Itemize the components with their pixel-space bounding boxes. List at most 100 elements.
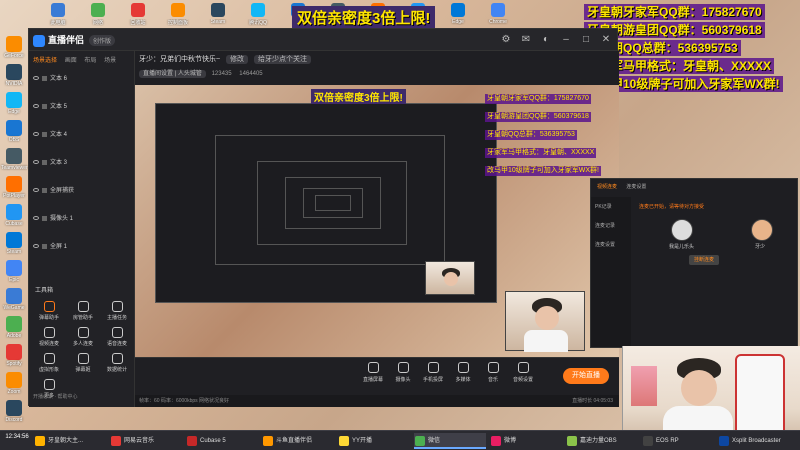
- desktop-icon-label: Steam: [6, 249, 22, 255]
- visibility-eye-icon[interactable]: [33, 76, 39, 81]
- desktop-icon-label: Cubase: [5, 221, 23, 227]
- edit-title-button[interactable]: 修改: [226, 55, 249, 64]
- visibility-eye-icon[interactable]: [33, 132, 39, 137]
- desktop-icon-column: GeForce NVIDIA Edge OBS Teamviewer PotPlayer C…: [0, 28, 28, 428]
- maximize-icon[interactable]: □: [579, 33, 593, 47]
- taskbar-item[interactable]: Cubase 5: [186, 433, 258, 449]
- nested-qq-line: 改马甲10级牌子可加入牙家军WX群!: [485, 166, 602, 176]
- taskbar-item[interactable]: 牙皇朝大主...: [34, 433, 106, 449]
- source-row[interactable]: 文本 5: [33, 101, 131, 113]
- source-label: 文本 5: [50, 104, 68, 110]
- desktop-app-icon[interactable]: [6, 176, 22, 192]
- desktop-app-icon[interactable]: [251, 3, 265, 17]
- taskbar-item[interactable]: 网易云音乐: [110, 433, 182, 449]
- tab-scenes[interactable]: 场景: [104, 58, 116, 64]
- tool-button[interactable]: 视频连麦: [31, 327, 67, 353]
- nested-banner: 双倍亲密度3倍上限!: [311, 89, 406, 104]
- control-label: 直播屏幕: [362, 377, 383, 383]
- close-icon[interactable]: ✕: [599, 33, 613, 47]
- tool-button[interactable]: 主播任务: [99, 301, 135, 327]
- desktop-app-icon[interactable]: [6, 400, 22, 416]
- menu-link-settings[interactable]: 连麦设置: [591, 235, 631, 254]
- desktop-app-icon[interactable]: [171, 3, 185, 17]
- desktop-app-icon[interactable]: [6, 260, 22, 276]
- control-button[interactable]: 摄像头: [387, 362, 419, 383]
- taskbar-clock[interactable]: 12:34:56: [2, 434, 32, 441]
- taskbar-item[interactable]: 嘉迪力量OBS: [566, 433, 638, 449]
- follow-tag[interactable]: 给牙少点个关注: [254, 55, 311, 64]
- taskbar-item[interactable]: EOS RP: [642, 433, 714, 449]
- taskbar-item[interactable]: YY开播: [338, 433, 410, 449]
- desktop-app-icon[interactable]: [51, 3, 65, 17]
- control-icon: [397, 362, 409, 373]
- control-button[interactable]: 手机投屏: [417, 362, 449, 383]
- start-live-button[interactable]: 开始直播: [563, 368, 609, 384]
- minimize-icon[interactable]: –: [559, 33, 573, 47]
- desktop-app-icon[interactable]: [491, 3, 505, 17]
- taskbar-item[interactable]: 微信: [414, 433, 486, 449]
- hangup-button[interactable]: 挂断连麦: [689, 255, 719, 265]
- desktop-app-icon[interactable]: [6, 372, 22, 388]
- tool-button[interactable]: 更多: [31, 379, 67, 405]
- taskbar-item[interactable]: Xsplit Broadcaster: [718, 433, 790, 449]
- taskbar-app-icon: [719, 436, 729, 446]
- desktop-app-icon[interactable]: [211, 3, 225, 17]
- source-label: 全屏捕获: [50, 188, 75, 194]
- source-row[interactable]: 文本 4: [33, 129, 131, 141]
- desktop-app-icon[interactable]: [6, 288, 22, 304]
- visibility-eye-icon[interactable]: [33, 216, 39, 221]
- mail-icon[interactable]: ✉: [519, 33, 533, 47]
- visibility-eye-icon[interactable]: [33, 104, 39, 109]
- source-row[interactable]: 全屏 1: [33, 241, 131, 253]
- desktop-app-icon[interactable]: [91, 3, 105, 17]
- desktop-app-icon[interactable]: [6, 36, 22, 52]
- source-row[interactable]: 文本 6: [33, 73, 131, 85]
- desktop-icon-label: Zoom: [7, 389, 21, 395]
- desktop-icon-label: Adobe: [6, 333, 22, 339]
- taskbar-item-label: Xsplit Broadcaster: [732, 438, 781, 444]
- tab-layout[interactable]: 布局: [84, 58, 96, 64]
- taskbar-item[interactable]: 斗鱼直播伴侣: [262, 433, 334, 449]
- desktop-app-icon[interactable]: [6, 64, 22, 80]
- tool-button[interactable]: 弹幕助手: [31, 301, 67, 327]
- tab-link-settings[interactable]: 连麦设置: [626, 184, 646, 190]
- room-settings-button[interactable]: 直播间设置 | 人头城管: [139, 70, 206, 78]
- source-row[interactable]: 全屏捕获: [33, 185, 131, 197]
- desktop-app-icon[interactable]: [6, 344, 22, 360]
- control-button[interactable]: 多媒体: [447, 362, 479, 383]
- taskbar-app-icon: [187, 436, 197, 446]
- source-row[interactable]: 摄像头 1: [33, 213, 131, 225]
- tab-canvas[interactable]: 画面: [65, 58, 77, 64]
- taskbar-app-icon: [643, 436, 653, 446]
- tool-button[interactable]: 房管助手: [65, 301, 101, 327]
- visibility-eye-icon[interactable]: [33, 188, 39, 193]
- control-button[interactable]: 音频设置: [507, 362, 539, 383]
- tab-video-link[interactable]: 视频连麦: [597, 184, 617, 190]
- settings-icon[interactable]: ⚙: [499, 33, 513, 47]
- menu-pk-record[interactable]: PK记录: [591, 197, 631, 216]
- desktop-app-icon[interactable]: [6, 316, 22, 332]
- taskbar-item[interactable]: 微博: [490, 433, 562, 449]
- stream-preview[interactable]: 双倍亲密度3倍上限! 牙皇朝牙家军QQ群：175827670 牙皇朝游皇团QQ群…: [135, 85, 619, 357]
- desktop-app-icon[interactable]: [6, 148, 22, 164]
- tab-scene[interactable]: 场景选择: [33, 58, 57, 64]
- skin-icon[interactable]: ◐: [539, 33, 553, 47]
- menu-link-record[interactable]: 连麦记录: [591, 216, 631, 235]
- source-row[interactable]: 文本 3: [33, 157, 131, 169]
- visibility-eye-icon[interactable]: [33, 244, 39, 249]
- visibility-eye-icon[interactable]: [33, 160, 39, 165]
- sidebar-footer[interactable]: 开播必读 · 帮助中心: [33, 393, 77, 400]
- control-button[interactable]: 音乐: [477, 362, 509, 383]
- tool-button[interactable]: 语音连麦: [99, 327, 135, 353]
- tool-button[interactable]: 弹幕姬: [65, 353, 101, 379]
- tool-button[interactable]: 数据统计: [99, 353, 135, 379]
- desktop-app-icon[interactable]: [6, 92, 22, 108]
- desktop-app-icon[interactable]: [6, 120, 22, 136]
- desktop-app-icon[interactable]: [451, 3, 465, 17]
- desktop-app-icon[interactable]: [131, 3, 145, 17]
- desktop-app-icon[interactable]: [6, 232, 22, 248]
- tool-button[interactable]: 多人连麦: [65, 327, 101, 353]
- tool-button[interactable]: 虚拟形象: [31, 353, 67, 379]
- desktop-app-icon[interactable]: [6, 204, 22, 220]
- control-button[interactable]: 直播屏幕: [357, 362, 389, 383]
